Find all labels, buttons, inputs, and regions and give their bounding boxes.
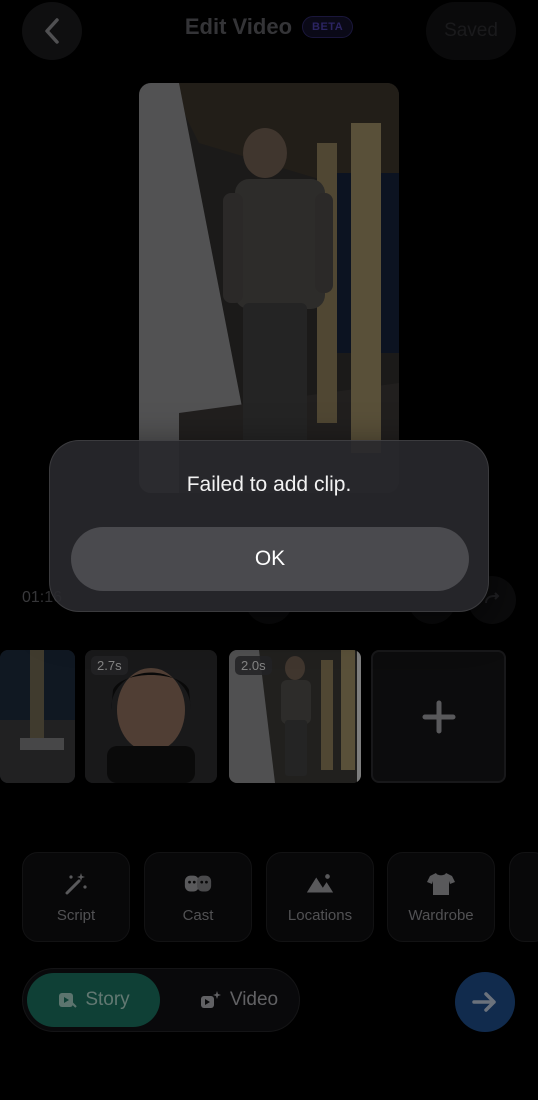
alert-message: Failed to add clip. — [186, 473, 352, 496]
alert-dialog: Failed to add clip. OK — [49, 440, 489, 612]
alert-ok-button[interactable]: OK — [71, 527, 469, 591]
